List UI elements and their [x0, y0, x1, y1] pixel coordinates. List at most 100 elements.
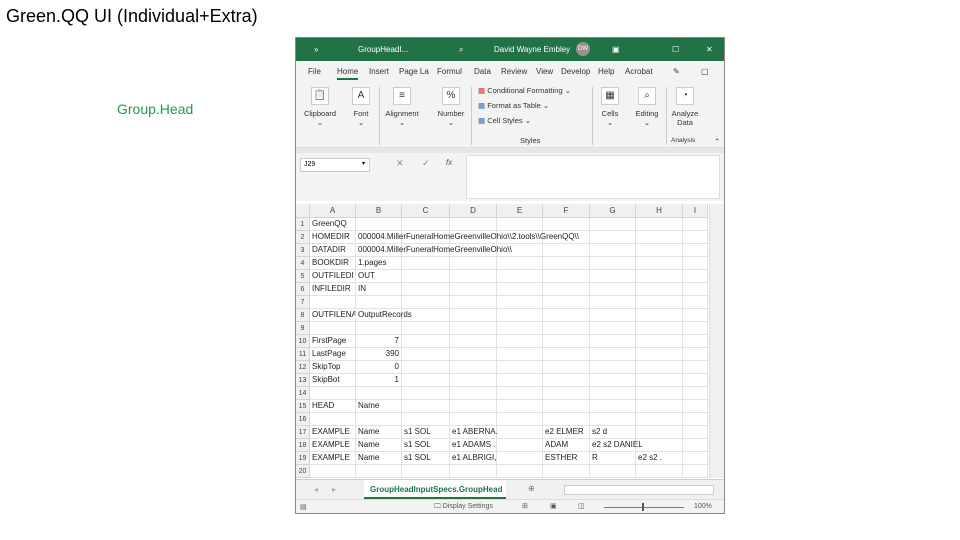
cell[interactable] [636, 335, 683, 348]
row-header[interactable]: 11 [296, 348, 310, 361]
cell[interactable]: 7 [356, 335, 402, 348]
cell[interactable] [590, 218, 636, 231]
cell[interactable] [636, 244, 683, 257]
zoom-level[interactable]: 100% [694, 503, 712, 510]
tab-developer[interactable]: Develop [561, 67, 590, 76]
add-sheet-icon[interactable]: ⊕ [528, 484, 535, 493]
cell[interactable] [497, 452, 543, 465]
cell[interactable] [402, 413, 450, 426]
display-settings-button[interactable]: 🖵 Display Settings [434, 503, 493, 511]
page-break-view-icon[interactable]: ◫ [578, 502, 585, 510]
column-header[interactable]: G [590, 204, 636, 218]
cell[interactable] [683, 270, 708, 283]
cell[interactable]: IN [356, 283, 402, 296]
cell[interactable] [636, 309, 683, 322]
cell[interactable] [636, 374, 683, 387]
cell[interactable]: GreenQQ [310, 218, 356, 231]
cell[interactable] [636, 283, 683, 296]
cell[interactable] [402, 387, 450, 400]
cell[interactable] [450, 400, 497, 413]
cell[interactable]: EXAMPLE [310, 452, 356, 465]
cell[interactable] [497, 361, 543, 374]
row-header[interactable]: 14 [296, 387, 310, 400]
cell[interactable] [590, 348, 636, 361]
cell[interactable]: 000004.MillerFuneralHomeGreenvilleOhio\\… [356, 231, 579, 244]
cell[interactable] [450, 465, 497, 478]
cell[interactable] [590, 309, 636, 322]
row-header[interactable]: 5 [296, 270, 310, 283]
editing-button[interactable]: ⌕ Editing ⌄ [632, 87, 662, 127]
cell[interactable] [683, 309, 708, 322]
row-header[interactable]: 8 [296, 309, 310, 322]
cell[interactable] [636, 465, 683, 478]
cell[interactable] [497, 257, 543, 270]
cell[interactable]: OUT [356, 270, 402, 283]
cell[interactable] [683, 374, 708, 387]
cell[interactable] [402, 465, 450, 478]
prev-sheet-icon[interactable]: ◂ [314, 485, 318, 494]
cell[interactable] [683, 218, 708, 231]
row-header[interactable]: 15 [296, 400, 310, 413]
cell[interactable] [402, 270, 450, 283]
namebox-dropdown-icon[interactable]: ▾ [362, 160, 365, 167]
cell[interactable] [683, 400, 708, 413]
cell[interactable] [543, 348, 590, 361]
cell[interactable]: 0 [356, 361, 402, 374]
cell[interactable] [590, 374, 636, 387]
column-header[interactable]: H [636, 204, 683, 218]
tab-insert[interactable]: Insert [369, 67, 389, 76]
comments-icon[interactable]: ▢ [701, 67, 709, 76]
cell[interactable] [636, 270, 683, 283]
cell[interactable] [402, 335, 450, 348]
ribbon-display-icon[interactable]: ▣ [612, 45, 620, 54]
cell[interactable] [636, 413, 683, 426]
cancel-icon[interactable]: ✕ [396, 158, 404, 169]
tab-formulas[interactable]: Formul [437, 67, 462, 76]
cell[interactable] [497, 270, 543, 283]
cell[interactable] [450, 335, 497, 348]
close-icon[interactable]: ✕ [706, 45, 713, 54]
cell[interactable] [450, 270, 497, 283]
cell[interactable]: SkipTop [310, 361, 356, 374]
cell[interactable]: s1 SOL [402, 452, 450, 465]
cell[interactable]: e2 s2 DANIEL [590, 439, 643, 452]
row-header[interactable]: 9 [296, 322, 310, 335]
cell[interactable] [450, 361, 497, 374]
cell[interactable] [402, 361, 450, 374]
cell[interactable] [450, 257, 497, 270]
alignment-button[interactable]: ≡ Alignment ⌄ [382, 87, 422, 127]
cell[interactable] [636, 296, 683, 309]
cell[interactable] [683, 387, 708, 400]
cell[interactable]: 000004.MillerFuneralHomeGreenvilleOhio\\ [356, 244, 512, 257]
cell[interactable] [310, 296, 356, 309]
cell[interactable] [683, 465, 708, 478]
cell[interactable]: Name [356, 439, 402, 452]
cell[interactable] [497, 335, 543, 348]
avatar[interactable]: DW [576, 42, 590, 56]
collapse-ribbon-icon[interactable]: ⌃ [714, 137, 720, 146]
cell[interactable] [636, 439, 683, 452]
row-header[interactable]: 20 [296, 465, 310, 478]
cell[interactable] [310, 413, 356, 426]
row-header[interactable]: 17 [296, 426, 310, 439]
cell[interactable] [450, 218, 497, 231]
cell[interactable] [543, 374, 590, 387]
cell[interactable] [310, 465, 356, 478]
cell[interactable] [590, 361, 636, 374]
tab-view[interactable]: View [536, 67, 553, 76]
cell[interactable] [590, 335, 636, 348]
conditional-formatting-button[interactable]: ▦ Conditional Formatting ⌄ [478, 86, 571, 95]
cell[interactable] [497, 413, 543, 426]
normal-view-icon[interactable]: ⊞ [522, 502, 528, 510]
column-header[interactable]: E [497, 204, 543, 218]
cell[interactable]: OutputRecords [356, 309, 412, 322]
cell[interactable] [590, 322, 636, 335]
cell[interactable] [497, 387, 543, 400]
cell[interactable] [683, 244, 708, 257]
cell[interactable] [402, 374, 450, 387]
cell[interactable] [636, 426, 683, 439]
cell[interactable] [497, 218, 543, 231]
cell[interactable] [683, 413, 708, 426]
cell[interactable]: ESTHER [543, 452, 590, 465]
cell[interactable]: e2 s2 . [636, 452, 683, 465]
